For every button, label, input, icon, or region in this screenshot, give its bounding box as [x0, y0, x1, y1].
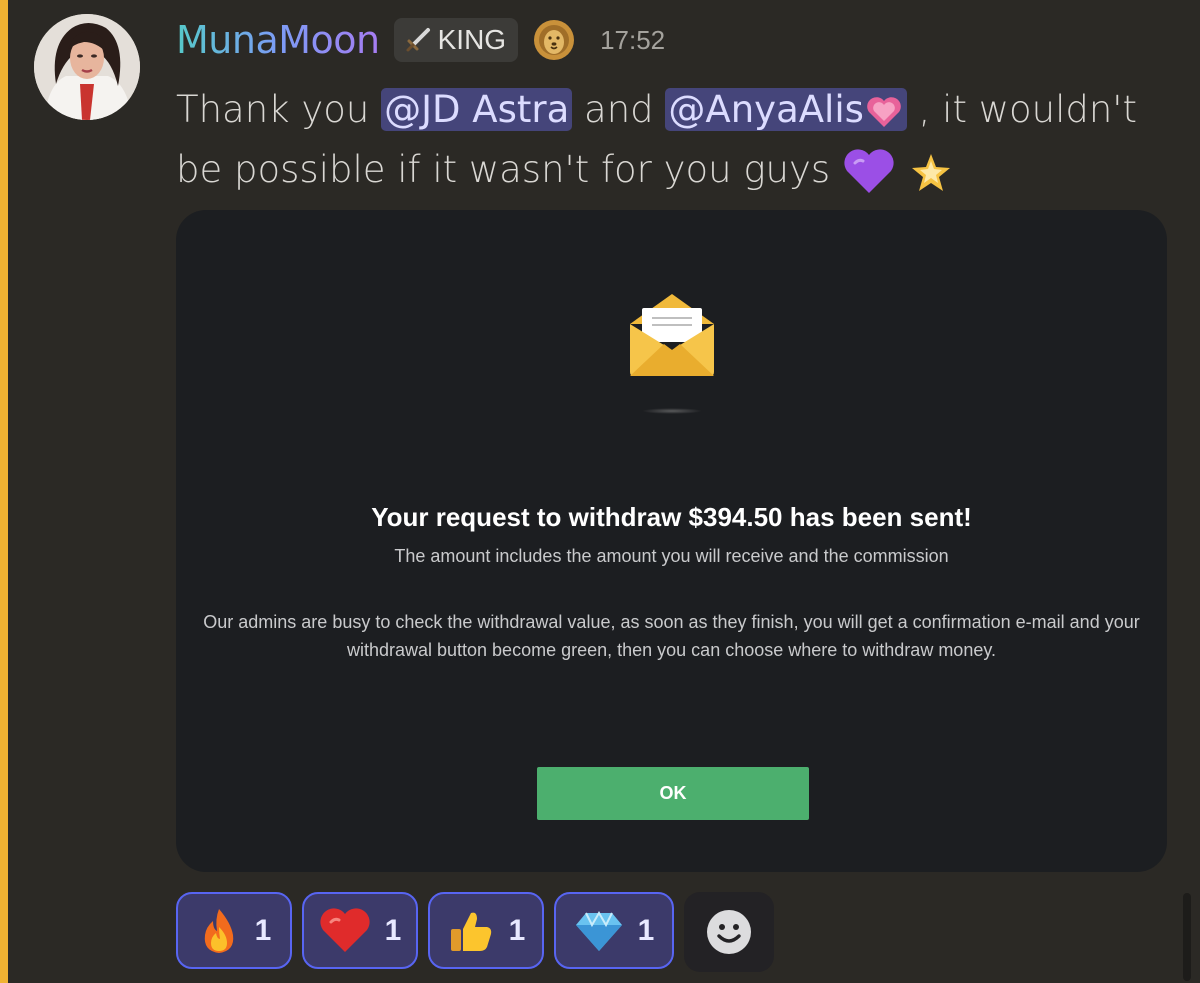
withdraw-subtitle: The amount includes the amount you will …	[394, 546, 949, 566]
red-heart-icon	[320, 907, 370, 952]
avatar[interactable]	[34, 14, 140, 120]
purple-heart-icon	[844, 148, 894, 193]
reactions-bar: 1 1 1 1	[176, 892, 774, 972]
lion-icon[interactable]	[532, 17, 576, 63]
add-reaction-button[interactable]	[684, 892, 774, 972]
reaction-count: 1	[508, 913, 526, 947]
message-header: MunaMoon KING 17:52	[176, 14, 665, 66]
embedded-screenshot[interactable]: Your request to withdraw $394.50 has bee…	[176, 210, 1167, 872]
thumbs-up-icon	[450, 912, 491, 951]
withdraw-title: Your request to withdraw $394.50 has bee…	[371, 502, 972, 532]
sparkling-heart-icon	[867, 96, 901, 127]
timestamp[interactable]: 17:52	[600, 25, 665, 56]
ok-button[interactable]: OK	[537, 767, 809, 820]
dagger-icon	[406, 28, 430, 52]
message-text-1: Thank you	[176, 88, 382, 131]
reaction-gem[interactable]: 1	[554, 892, 674, 969]
reaction-heart[interactable]: 1	[302, 892, 418, 969]
role-tag[interactable]: KING	[393, 18, 519, 62]
reaction-fire[interactable]: 1	[176, 892, 292, 969]
reaction-count: 1	[384, 913, 402, 947]
message-content: Thank you @JD Astra and @AnyaAlis , it w…	[176, 80, 1176, 200]
glowing-star-icon	[911, 153, 950, 191]
avatar-image	[34, 14, 140, 120]
mention-anyaalis[interactable]: @AnyaAlis	[665, 88, 907, 131]
mention-jd-astra[interactable]: @JD Astra	[381, 88, 573, 131]
mention-highlight-stripe	[0, 0, 8, 983]
reaction-count: 1	[637, 913, 655, 947]
gem-icon	[575, 910, 622, 951]
mention-anyaalis-label: @AnyaAlis	[668, 88, 864, 131]
envelope-shadow	[642, 408, 702, 414]
role-tag-label: KING	[437, 24, 507, 55]
scrollbar[interactable]	[1183, 893, 1191, 981]
smiley-icon	[707, 910, 751, 954]
message-text-2: and	[572, 88, 666, 131]
withdraw-body: Our admins are busy to check the withdra…	[203, 612, 1140, 660]
reaction-thumbs-up[interactable]: 1	[428, 892, 544, 969]
envelope-icon	[630, 294, 714, 376]
fire-icon	[204, 908, 233, 953]
username[interactable]: MunaMoon	[176, 18, 380, 62]
reaction-count: 1	[254, 913, 272, 947]
